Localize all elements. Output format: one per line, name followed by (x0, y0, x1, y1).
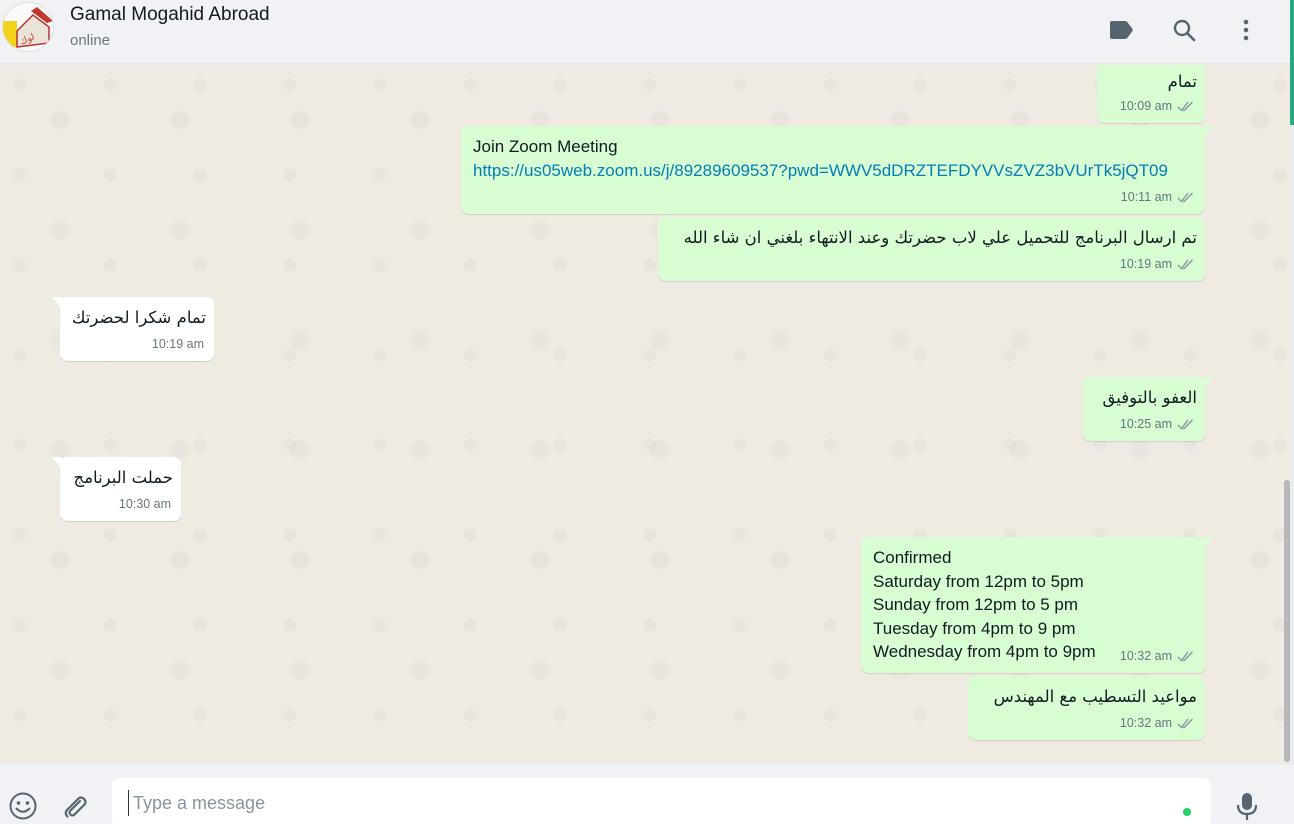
double-check-icon (1177, 651, 1193, 662)
message-input[interactable] (128, 790, 1128, 816)
message-time: 10:11 am (1120, 189, 1172, 204)
message-incoming[interactable]: تمام شكرا لحضرتك 10:19 am (52, 297, 214, 361)
double-check-icon (1177, 718, 1193, 729)
message-text: حملت البرنامج (73, 468, 173, 487)
search-icon[interactable] (1166, 12, 1202, 48)
message-text: تمام (1167, 72, 1197, 91)
message-meta: 10:32 am (1120, 645, 1195, 669)
message-time: 10:09 am (1119, 98, 1172, 113)
message-input-box[interactable] (112, 778, 1211, 824)
message-time: 10:30 am (118, 496, 171, 511)
message-outgoing[interactable]: Confirmed Saturday from 12pm to 5pm Sund… (861, 537, 1213, 673)
message-text: تم ارسال البرنامج للتحميل علي لاب حضرتك … (683, 228, 1197, 247)
message-outgoing[interactable]: تمام 10:09 am (1097, 65, 1205, 123)
zoom-meeting-link[interactable]: https://us05web.zoom.us/j/89289609537?pw… (473, 159, 1168, 183)
message-text: Join Zoom Meeting https://us05web.zoom.u… (473, 135, 1168, 182)
message-time: 10:32 am (1119, 715, 1172, 730)
contact-name[interactable]: Gamal Mogahid Abroad (70, 4, 270, 26)
window-edge (1290, 125, 1294, 765)
label-icon[interactable] (1103, 12, 1139, 48)
message-meta: 10:09 am (1120, 95, 1195, 119)
message-meta: 10:19 am (152, 333, 204, 357)
message-outgoing[interactable]: مواعيد التسطيب مع المهندس 10:32 am (968, 676, 1205, 740)
double-check-icon (1177, 259, 1193, 270)
message-time: 10:19 am (1119, 256, 1172, 271)
message-line: Confirmed (873, 548, 952, 567)
contact-avatar[interactable]: لوك (2, 2, 54, 52)
message-meta: 10:19 am (1120, 253, 1195, 277)
emoji-icon[interactable] (6, 789, 40, 823)
attach-icon[interactable] (57, 789, 91, 823)
message-title: Join Zoom Meeting (473, 137, 618, 156)
message-incoming[interactable]: حملت البرنامج 10:30 am (52, 457, 181, 521)
status-dot (1183, 808, 1191, 816)
message-time: 10:32 am (1119, 648, 1172, 663)
message-time: 10:19 am (151, 336, 204, 351)
message-meta: 10:30 am (119, 493, 171, 517)
window-edge-accent (1290, 0, 1294, 125)
message-time: 10:25 am (1119, 416, 1172, 431)
contact-status: online (70, 32, 111, 49)
message-text: Confirmed Saturday from 12pm to 5pm Sund… (873, 546, 1096, 664)
message-line: Saturday from 12pm to 5pm (873, 571, 1084, 591)
chat-header: لوك Gamal Mogahid Abroad online (0, 0, 1290, 64)
message-outgoing[interactable]: Join Zoom Meeting https://us05web.zoom.u… (461, 126, 1213, 214)
message-meta: 10:11 am (1121, 186, 1195, 210)
menu-icon[interactable] (1228, 12, 1264, 48)
message-list[interactable]: تمام 10:09 am Join Zoom Meeting https://… (0, 65, 1290, 765)
message-text: العفو بالتوفيق (1102, 388, 1197, 407)
message-line: Wednesday from 4pm to 9pm (873, 642, 1096, 661)
message-outgoing[interactable]: العفو بالتوفيق 10:25 am (1083, 377, 1213, 441)
double-check-icon (1177, 101, 1193, 112)
message-text: مواعيد التسطيب مع المهندس (993, 687, 1197, 706)
message-line: Sunday from 12pm to 5 pm (873, 595, 1079, 614)
message-meta: 10:32 am (1120, 712, 1195, 736)
message-outgoing[interactable]: تم ارسال البرنامج للتحميل علي لاب حضرتك … (658, 217, 1205, 281)
microphone-icon[interactable] (1230, 789, 1264, 823)
message-meta: 10:25 am (1120, 413, 1195, 437)
double-check-icon (1177, 419, 1193, 430)
composer-bar (0, 765, 1294, 824)
message-line: Tuesday from 4pm to 9 pm (873, 618, 1076, 638)
double-check-icon (1177, 192, 1193, 203)
message-text: تمام شكرا لحضرتك (71, 308, 206, 327)
